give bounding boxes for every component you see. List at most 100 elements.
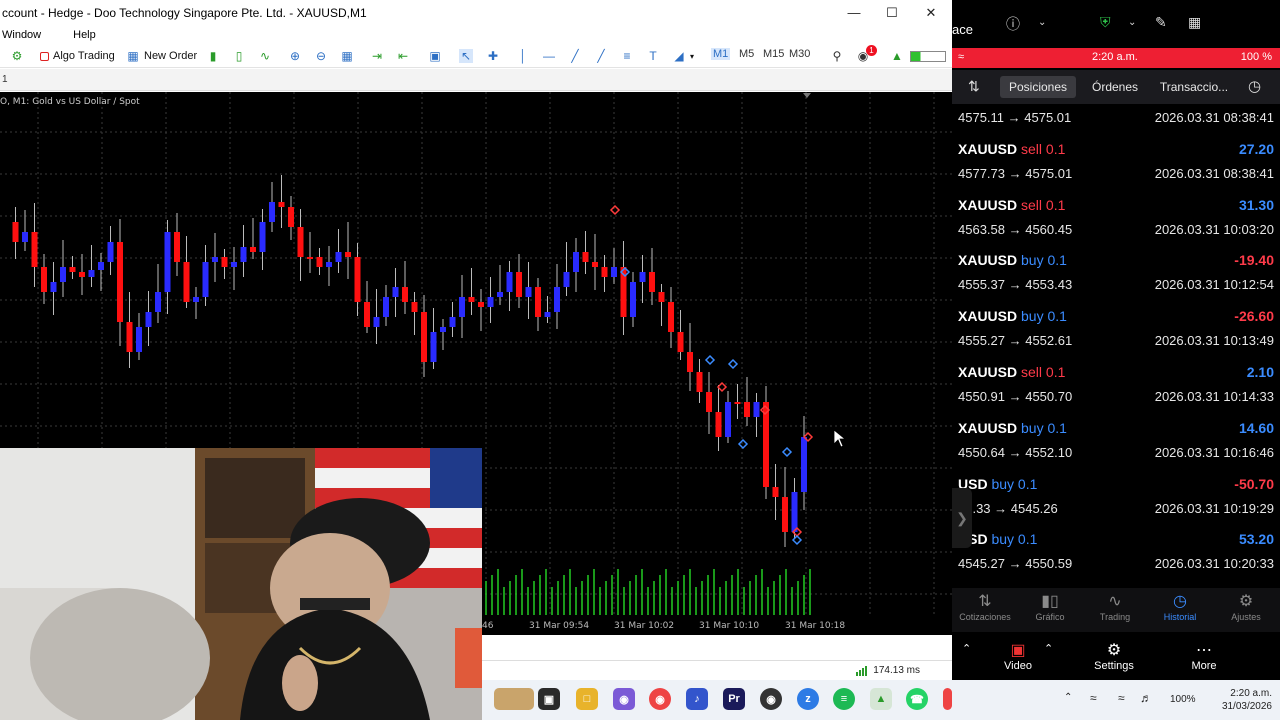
time-label: 31 Mar 10:02 xyxy=(614,621,675,631)
trade-row[interactable]: XAUUSD sell 0.14575.11 → 4575.011.002026… xyxy=(952,104,1280,136)
chart-shift-icon[interactable]: ⇤ xyxy=(396,48,410,64)
new-order-button[interactable]: ▦ New Order xyxy=(126,48,197,64)
candle-body xyxy=(288,207,294,227)
trade-marker xyxy=(737,438,749,450)
chevron-down-icon[interactable]: ⌄ xyxy=(1128,17,1136,28)
zoom-icon[interactable]: z xyxy=(797,688,819,710)
sub-toolbar: 1 xyxy=(0,69,952,91)
close-button[interactable]: ✕ xyxy=(912,0,950,25)
shield-icon[interactable]: ⛨ xyxy=(1100,14,1111,31)
nav-cotizaciones[interactable]: ⇅ Cotizaciones xyxy=(953,592,1017,622)
autoscroll-icon[interactable]: ⇥ xyxy=(370,48,384,64)
menu-window[interactable]: Window xyxy=(0,29,43,41)
app-icon[interactable]: ◉ xyxy=(613,688,635,710)
zoom-out-icon[interactable]: ⊖ xyxy=(314,48,328,64)
trade-row[interactable]: XAUUSD sell 0.1 4563.58 → 4560.45 31.30 202… xyxy=(952,192,1280,248)
signal-icon[interactable]: ▲ xyxy=(890,48,904,64)
horizontal-line-icon[interactable]: — xyxy=(542,48,556,64)
trade-row[interactable]: XAUUSD sell 0.1 4577.73 → 4575.01 27.20 202… xyxy=(952,136,1280,192)
candle-body xyxy=(364,302,370,327)
settings-button[interactable]: ⚙ Settings xyxy=(1092,640,1136,672)
timeframe-m30[interactable]: M30 xyxy=(789,48,810,60)
weather-widget[interactable] xyxy=(494,688,534,710)
tab-ordenes[interactable]: Órdenes xyxy=(1088,76,1142,98)
spotify-icon[interactable]: ≡ xyxy=(833,688,855,710)
nav-historial[interactable]: ◷ Historial xyxy=(1148,592,1212,622)
fibonacci-icon[interactable]: ≡ xyxy=(620,48,634,64)
tab-posiciones[interactable]: Posiciones xyxy=(1000,76,1076,98)
chevron-down-icon[interactable]: ⌄ xyxy=(1038,17,1046,28)
trade-history-list[interactable]: XAUUSD sell 0.14575.11 → 4575.011.002026… xyxy=(952,104,1280,586)
mirror-toolbar: ace ⓘ ⌄ ⛨ ⌄ ✎ ▦ xyxy=(952,0,1280,48)
cursor-icon[interactable]: ↖ xyxy=(459,48,473,64)
nav-grafico[interactable]: ▮▯ Gráfico xyxy=(1018,592,1082,622)
trade-row[interactable]: XAUUSD buy 0.1 4555.37 → 4553.43 -19.40 202… xyxy=(952,247,1280,303)
task-view-icon[interactable]: ▣ xyxy=(538,688,560,710)
trade-row[interactable]: USD buy 0.1 50.33 → 4545.26 -50.70 2026.03.… xyxy=(952,471,1280,527)
maximize-button[interactable]: ☐ xyxy=(873,0,911,25)
timeframe-m5[interactable]: M5 xyxy=(739,48,754,60)
wifi-icon[interactable]: ≈ xyxy=(1118,691,1125,705)
line-chart-icon[interactable]: ∿ xyxy=(258,48,272,64)
premiere-icon[interactable]: Pr xyxy=(723,688,745,710)
algo-trading-button[interactable]: Algo Trading xyxy=(40,48,115,64)
menu-help[interactable]: Help xyxy=(71,29,98,41)
vertical-line-icon[interactable]: │ xyxy=(516,48,530,64)
more-button[interactable]: ⋯ More xyxy=(1188,640,1220,672)
tab-transacciones[interactable]: Transaccio... xyxy=(1156,76,1232,98)
chart-shift-marker[interactable] xyxy=(803,93,811,98)
chevron-up-icon[interactable]: ⌃ xyxy=(962,642,971,655)
expand-panel-handle[interactable]: ❯ xyxy=(952,488,972,548)
metatrader-icon[interactable]: ▲ xyxy=(870,688,892,710)
notifications-icon[interactable]: ◉ 1 xyxy=(856,45,877,64)
whatsapp-icon[interactable]: ☎ xyxy=(906,688,928,710)
network-icon[interactable]: ≈ xyxy=(1090,691,1097,705)
candlestick-icon[interactable]: ▯ xyxy=(232,48,246,64)
timeframe-m15[interactable]: M15 xyxy=(763,48,784,60)
phone-battery: 100 % xyxy=(1240,51,1272,63)
grid-icon[interactable]: ▦ xyxy=(340,48,354,64)
trendline-icon[interactable]: ╱ xyxy=(568,48,582,64)
pen-icon[interactable]: ✎ xyxy=(1155,14,1167,31)
info-icon[interactable]: ⓘ xyxy=(1006,14,1020,34)
candle-body xyxy=(421,312,427,362)
nav-trading[interactable]: ∿ Trading xyxy=(1083,592,1147,622)
file-explorer-icon[interactable]: □ xyxy=(576,688,598,710)
trade-prices: 4545.27 → 4550.59 xyxy=(958,556,1073,572)
text-icon[interactable]: T xyxy=(646,48,660,64)
bar-chart-icon[interactable]: ▮ xyxy=(206,48,220,64)
grid-icon[interactable]: ▦ xyxy=(1188,14,1201,31)
candle-body xyxy=(772,487,779,497)
nav-ajustes[interactable]: ⚙ Ajustes xyxy=(1214,592,1278,622)
trade-row[interactable]: XAUUSD buy 0.1 4555.27 → 4552.61 -26.60 202… xyxy=(952,303,1280,359)
speaker-icon[interactable]: ♬ xyxy=(1140,691,1152,705)
chevron-up-icon[interactable]: ⌃ xyxy=(1044,642,1053,655)
trade-row[interactable]: XAUUSD buy 0.1 4550.64 → 4552.10 14.60 2026… xyxy=(952,415,1280,471)
trade-row[interactable]: USD buy 0.1 4545.27 → 4550.59 53.20 2026.03… xyxy=(952,526,1280,582)
search-icon[interactable]: ⚲ xyxy=(830,48,844,64)
crosshair-icon[interactable]: ✚ xyxy=(486,48,500,64)
screenshot-icon[interactable]: ▣ xyxy=(428,48,442,64)
window-title: ccount - Hedge - Doo Technology Singapor… xyxy=(2,5,367,20)
trade-row[interactable]: XAUUSD sell 0.1 4550.91 → 4550.70 2.10 2026… xyxy=(952,359,1280,415)
sort-icon[interactable]: ⇅ xyxy=(968,78,980,95)
video-button[interactable]: ▣ Video xyxy=(1002,640,1034,672)
candle-body xyxy=(478,302,484,307)
candle-body xyxy=(715,412,722,437)
timeframe-m1[interactable]: M1 xyxy=(711,48,731,60)
trade-prices: 4550.91 → 4550.70 xyxy=(958,389,1073,404)
tray-clock[interactable]: 2:20 a.m. 31/03/2026 xyxy=(1222,687,1272,713)
chevron-up-icon[interactable]: ⌃ xyxy=(1064,692,1072,703)
clock-icon[interactable]: ◷ xyxy=(1248,77,1261,95)
gear-icon: ⚙ xyxy=(1238,593,1254,610)
audio-app-icon[interactable]: ♪ xyxy=(686,688,708,710)
obs-icon[interactable]: ◉ xyxy=(760,688,782,710)
shapes-icon[interactable]: ◢ ▾ xyxy=(672,48,694,64)
settings-icon[interactable]: ⚙ xyxy=(10,48,24,64)
channel-icon[interactable]: ╱ xyxy=(594,48,608,64)
chrome-partial-icon[interactable] xyxy=(943,688,952,710)
zoom-in-icon[interactable]: ⊕ xyxy=(288,48,302,64)
minimize-button[interactable]: — xyxy=(835,0,873,25)
trade-profit: 14.60 xyxy=(1238,419,1274,436)
chrome-icon[interactable]: ◉ xyxy=(649,688,671,710)
